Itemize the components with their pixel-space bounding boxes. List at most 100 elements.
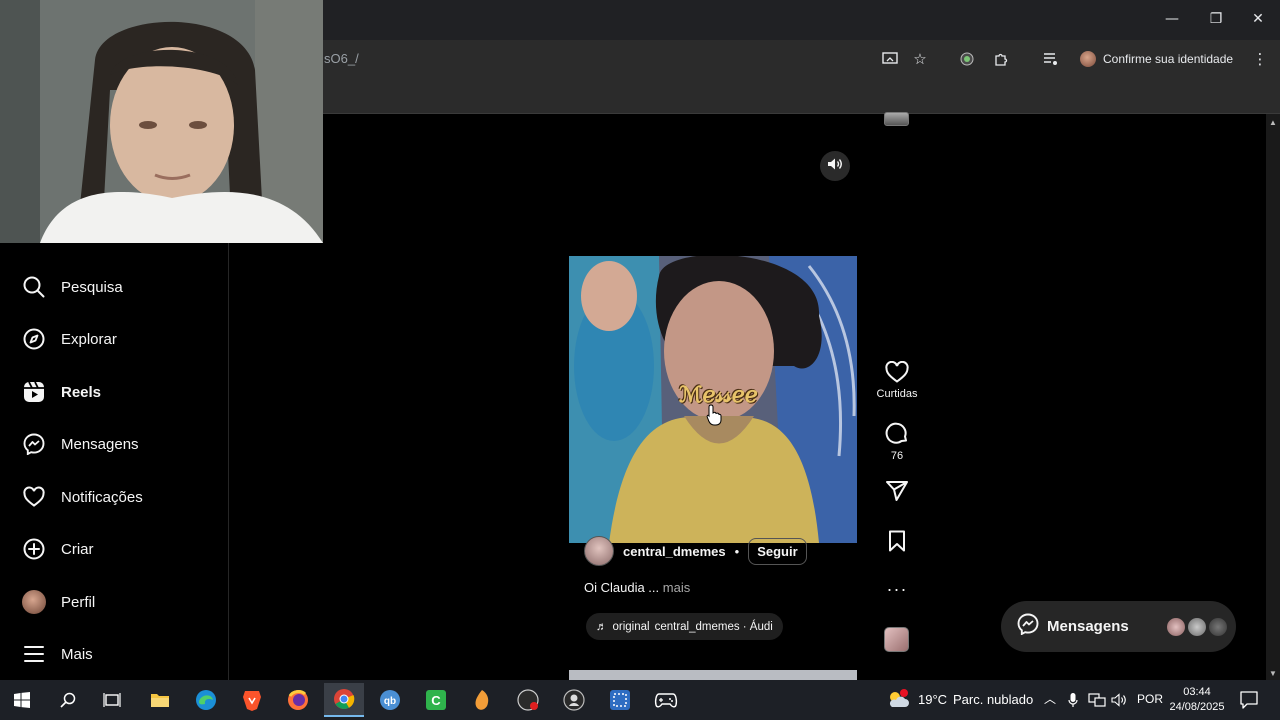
camtasia-icon[interactable]: C bbox=[416, 683, 456, 717]
clock-date: 24/08/2025 bbox=[1169, 701, 1225, 713]
notification-center-icon[interactable] bbox=[1240, 691, 1258, 714]
clock-time: 03:44 bbox=[1183, 686, 1211, 698]
edge-icon[interactable] bbox=[186, 683, 226, 717]
sidebar-item-label: Mensagens bbox=[61, 435, 139, 453]
heart-icon bbox=[885, 360, 909, 386]
extension-shield-icon[interactable] bbox=[955, 48, 979, 70]
media-queue-icon[interactable] bbox=[1039, 48, 1063, 70]
messages-widget[interactable]: Mensagens bbox=[1001, 601, 1236, 652]
sidebar-item-criar[interactable]: Criar bbox=[22, 534, 94, 564]
share-action[interactable] bbox=[872, 480, 922, 505]
audio-original-label: original bbox=[612, 620, 650, 633]
messages-widget-label: Mensagens bbox=[1047, 618, 1129, 635]
menu-dots-icon[interactable]: ⋮ bbox=[1248, 48, 1272, 70]
volume-icon[interactable] bbox=[1111, 693, 1127, 712]
send-icon bbox=[885, 480, 909, 505]
task-view-icon[interactable] bbox=[92, 683, 132, 717]
sidebar-item-explorar[interactable]: Explorar bbox=[22, 324, 117, 354]
compass-icon bbox=[22, 327, 46, 351]
caption-text: Oi Claudia ... bbox=[584, 580, 660, 595]
restore-icon[interactable]: ❐ bbox=[1194, 0, 1238, 38]
file-explorer-icon[interactable] bbox=[140, 683, 180, 717]
sidebar-item-pesquisa[interactable]: Pesquisa bbox=[22, 272, 123, 302]
extensions-puzzle-icon[interactable] bbox=[989, 48, 1013, 70]
snipping-icon[interactable] bbox=[600, 683, 640, 717]
contact-avatar bbox=[1164, 615, 1187, 638]
music-note-icon: ♬ bbox=[596, 620, 608, 633]
sidebar-item-label: Notificações bbox=[61, 488, 143, 506]
contact-avatar bbox=[1206, 615, 1229, 638]
plus-square-icon bbox=[22, 537, 46, 561]
language-indicator[interactable]: POR bbox=[1137, 692, 1163, 706]
owner-username[interactable]: central_dmemes bbox=[623, 544, 726, 559]
windows-start-icon[interactable] bbox=[2, 683, 42, 717]
owner-avatar[interactable] bbox=[584, 536, 614, 566]
heart-icon bbox=[22, 485, 46, 509]
hamburger-icon bbox=[22, 642, 46, 666]
weather-temp[interactable]: 19°C bbox=[918, 692, 947, 707]
audio-toggle-button[interactable] bbox=[820, 151, 850, 181]
sidebar-item-label: Mais bbox=[61, 645, 93, 663]
caption-more-link[interactable]: mais bbox=[663, 580, 690, 595]
system-clock[interactable]: 03:44 24/08/2025 bbox=[1164, 685, 1230, 715]
profile-avatar bbox=[1080, 51, 1096, 67]
comment-count: 76 bbox=[890, 450, 904, 462]
sidebar-item-mais[interactable]: Mais bbox=[22, 639, 93, 669]
follow-button[interactable]: Seguir bbox=[748, 537, 807, 565]
contact-avatar bbox=[1185, 615, 1208, 638]
fl-studio-icon[interactable] bbox=[462, 683, 502, 717]
xsplit-icon[interactable] bbox=[554, 683, 594, 717]
separator-dot: • bbox=[734, 543, 740, 559]
scroll-up-icon[interactable]: ▲ bbox=[1269, 118, 1277, 127]
sidebar-item-notificacoes[interactable]: Notificações bbox=[22, 482, 143, 512]
microphone-icon[interactable] bbox=[1068, 692, 1078, 713]
sidebar-item-perfil[interactable]: Perfil bbox=[22, 587, 95, 617]
network-icon[interactable] bbox=[1088, 693, 1106, 712]
like-action[interactable]: Curtidas bbox=[872, 360, 922, 400]
sidebar-item-reels[interactable]: Reels bbox=[22, 377, 101, 407]
profile-avatar bbox=[22, 590, 46, 614]
search-icon[interactable] bbox=[48, 683, 88, 717]
messenger-icon bbox=[22, 432, 46, 456]
previous-audio-thumb[interactable] bbox=[884, 112, 909, 126]
weather-icon[interactable] bbox=[886, 689, 910, 714]
close-icon[interactable]: ✕ bbox=[1236, 0, 1280, 38]
reel-caption: Oi Claudia ... mais bbox=[584, 580, 690, 595]
more-options-action[interactable]: ··· bbox=[872, 579, 922, 600]
tray-chevron-icon[interactable]: ︿ bbox=[1044, 690, 1056, 707]
page-scrollbar[interactable]: ▲ ▼ bbox=[1266, 114, 1280, 680]
speaker-icon bbox=[827, 157, 843, 176]
sidebar-item-label: Criar bbox=[61, 540, 94, 558]
sidebar-item-label: Perfil bbox=[61, 593, 96, 611]
sidebar-item-label: Pesquisa bbox=[61, 278, 123, 296]
weather-desc[interactable]: Parc. nublado bbox=[953, 692, 1033, 707]
identity-label: Confirme sua identidade bbox=[1103, 52, 1234, 66]
identity-chip[interactable]: Confirme sua identidade bbox=[1080, 47, 1233, 71]
reel-video[interactable]: ℳℯ𝓈𝓈ℯℯ bbox=[569, 256, 857, 543]
sidebar-item-label: Reels bbox=[61, 383, 102, 401]
audio-thumbnail[interactable] bbox=[884, 627, 909, 652]
like-label: Curtidas bbox=[876, 388, 918, 400]
audio-attribution[interactable]: ♬ original central_dmemes · Áudi bbox=[586, 613, 783, 640]
minimize-icon[interactable]: — bbox=[1150, 0, 1194, 38]
messenger-icon bbox=[1017, 613, 1039, 640]
cast-icon[interactable] bbox=[878, 48, 902, 70]
sidebar-item-mensagens[interactable]: Mensagens bbox=[22, 429, 139, 459]
bookmark-icon bbox=[887, 530, 907, 555]
save-action[interactable] bbox=[872, 530, 922, 555]
more-dots-icon: ··· bbox=[886, 579, 908, 599]
bookmark-star-icon[interactable]: ☆ bbox=[908, 48, 932, 70]
firefox-icon[interactable] bbox=[278, 683, 318, 717]
reels-icon bbox=[22, 380, 46, 404]
game-controller-icon[interactable] bbox=[646, 683, 686, 717]
chrome-icon[interactable] bbox=[324, 683, 364, 717]
scroll-down-icon[interactable]: ▼ bbox=[1269, 669, 1277, 678]
url-text[interactable]: sO6_/ bbox=[324, 51, 359, 66]
brave-icon[interactable] bbox=[232, 683, 272, 717]
comment-action[interactable]: 76 bbox=[872, 421, 922, 462]
qbittorrent-icon[interactable]: qb bbox=[370, 683, 410, 717]
obs-icon[interactable] bbox=[508, 683, 548, 717]
sidebar-item-label: Explorar bbox=[61, 330, 117, 348]
audio-owner-label: central_dmemes · Áudi bbox=[654, 620, 773, 633]
webcam-overlay bbox=[0, 0, 323, 243]
